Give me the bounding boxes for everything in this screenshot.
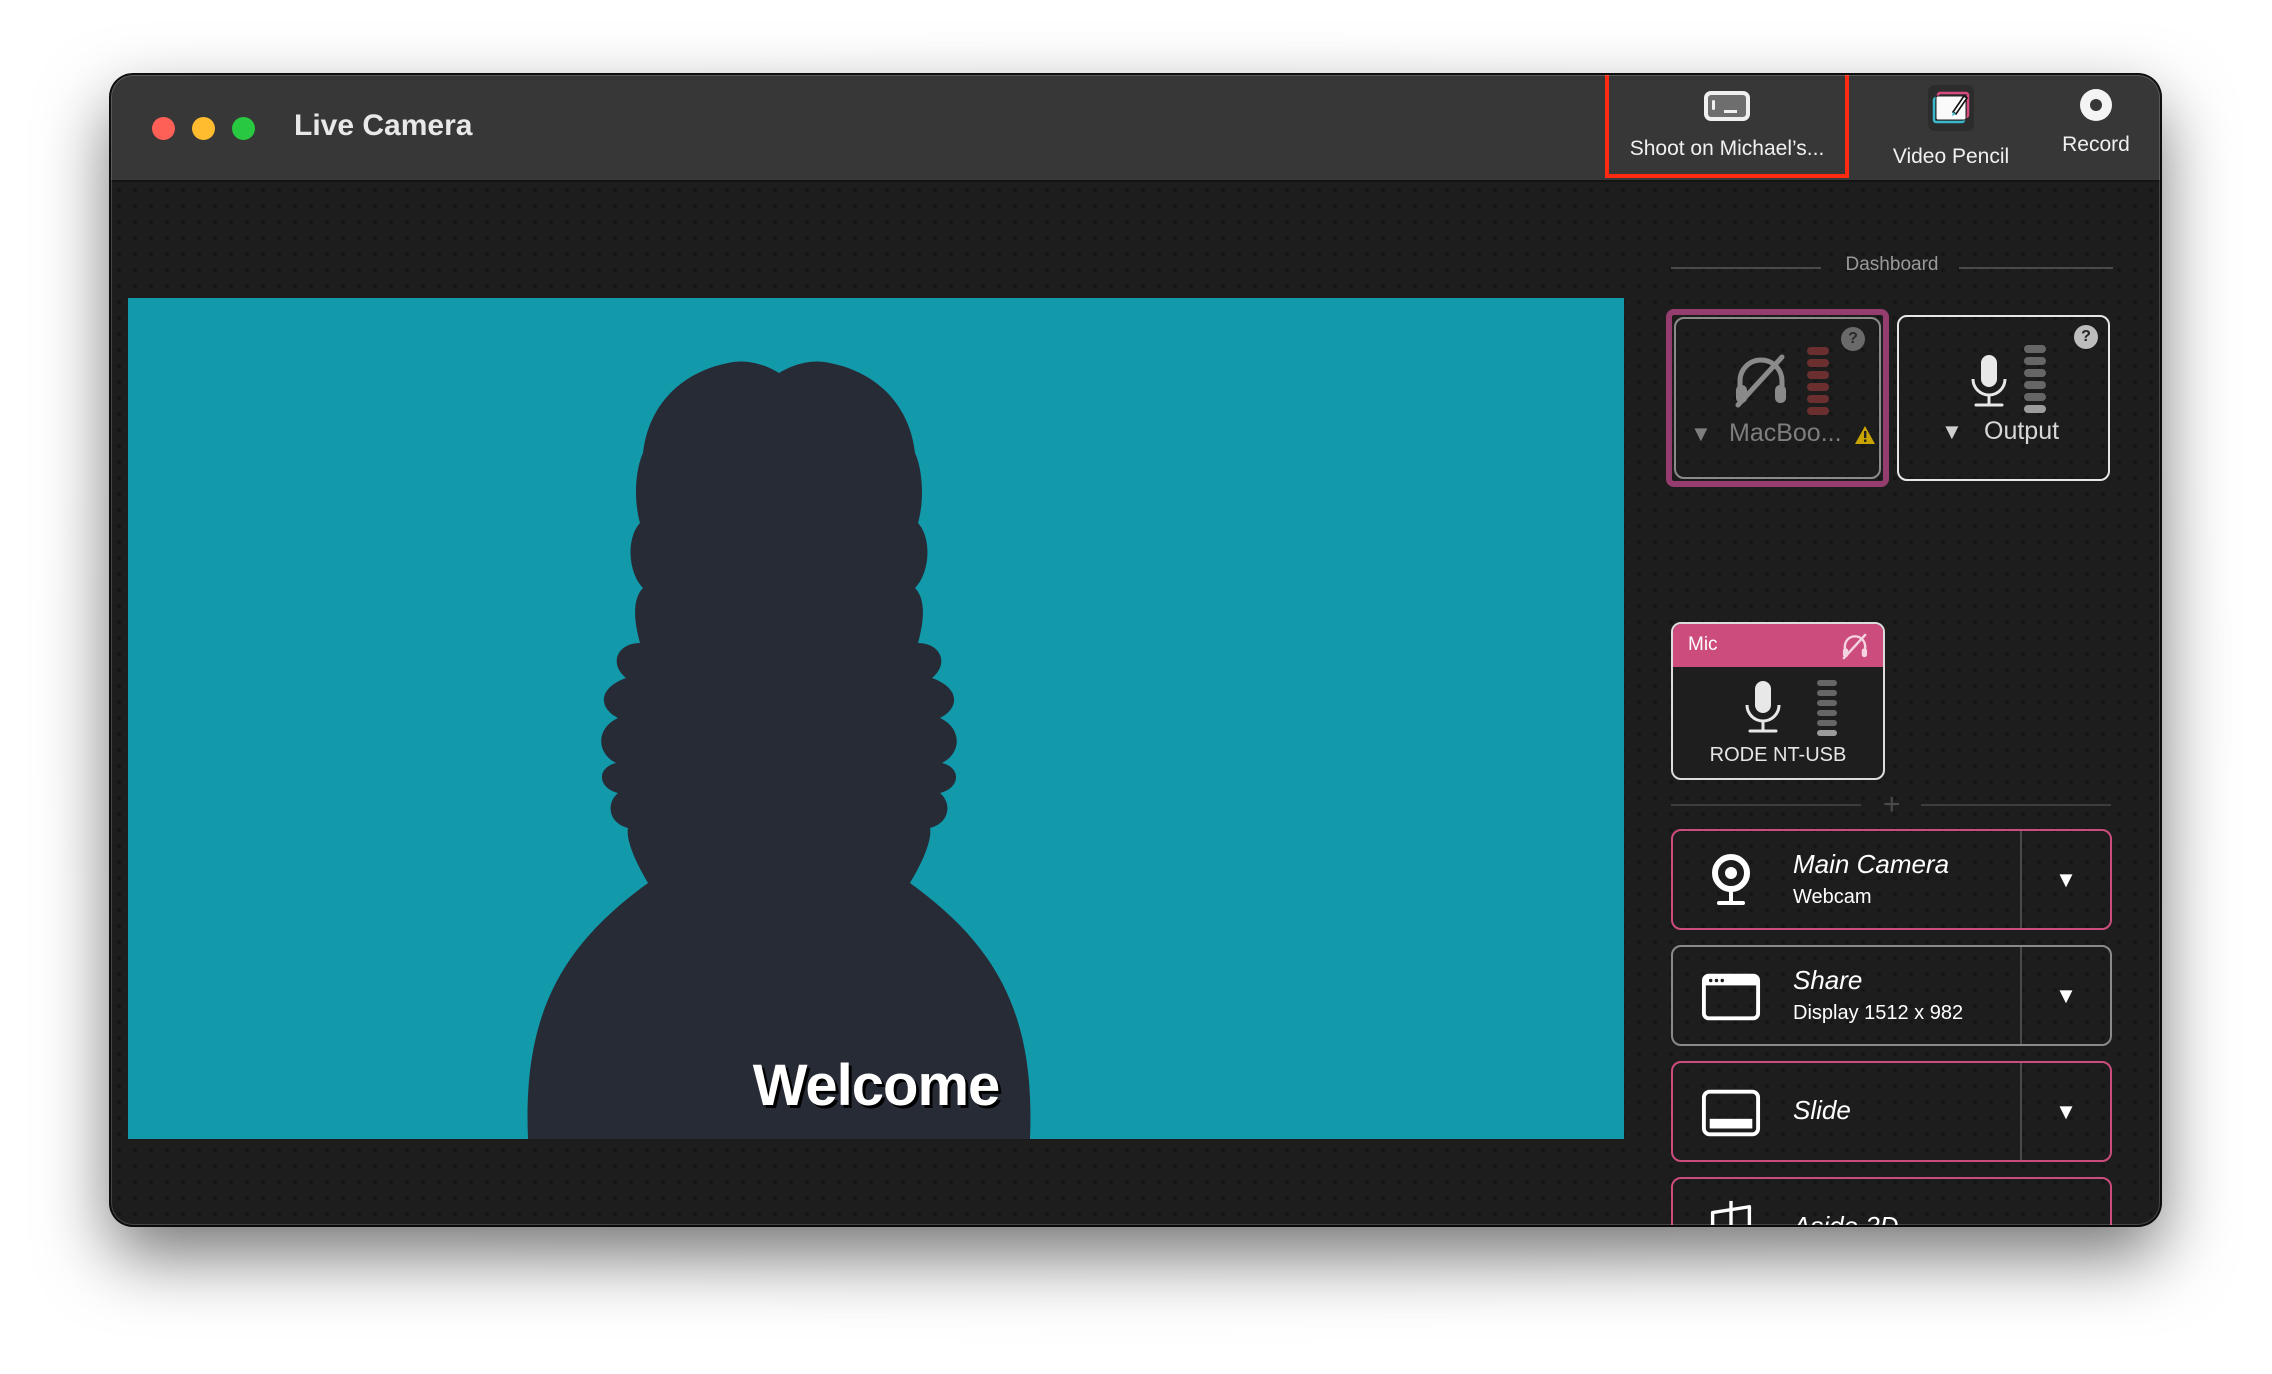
source-dropdown-button[interactable]: ▼: [2020, 831, 2110, 928]
help-icon[interactable]: ?: [1841, 327, 1865, 351]
level-meter: [2024, 345, 2046, 417]
tile-label: RODE NT-USB: [1709, 744, 1847, 766]
help-icon[interactable]: ?: [2074, 325, 2098, 349]
source-dropdown-button[interactable]: ▼: [2020, 947, 2110, 1044]
audio-tile-macbook[interactable]: ? ▼ MacBoo...: [1666, 309, 1889, 487]
app-window: Live Camera Shoot on Michael’s... Video …: [111, 75, 2160, 1225]
add-source-button[interactable]: +: [1883, 790, 1901, 820]
webcam-icon: [1701, 853, 1761, 909]
audio-tile-output[interactable]: ? ▼ Output: [1897, 315, 2110, 481]
source-aside-3d[interactable]: Aside 3D: [1671, 1177, 2112, 1225]
perspective-grid-icon: [1701, 1200, 1761, 1225]
title-bar: Live Camera Shoot on Michael’s... Video …: [111, 75, 2160, 182]
headphones-muted-icon: [1735, 354, 1786, 408]
window-icon: [1701, 969, 1761, 1025]
minimize-window-button[interactable]: [192, 117, 215, 140]
headphones-muted-icon[interactable]: [1841, 632, 1869, 660]
divider: [1671, 804, 1861, 806]
dropdown-arrow-icon: ▼: [2055, 1098, 2077, 1124]
dropdown-arrow-icon: ▼: [2055, 982, 2077, 1008]
audio-tile-mic[interactable]: Mic RODE NT-USB: [1671, 622, 1885, 780]
record-button[interactable]: Record: [2036, 83, 2156, 175]
dropdown-arrow-icon[interactable]: ▼: [1690, 421, 1712, 447]
camera-preview[interactable]: Welcome: [128, 298, 1624, 1139]
video-pencil-icon: [1928, 85, 1974, 131]
tile-header: Mic: [1673, 624, 1883, 667]
shoot-on-device-button[interactable]: Shoot on Michael’s...: [1607, 83, 1847, 175]
close-window-button[interactable]: [152, 117, 175, 140]
video-pencil-label: Video Pencil: [1892, 145, 2010, 168]
record-label: Record: [2062, 133, 2130, 156]
source-subtitle: Display 1512 x 982: [1793, 1002, 1964, 1024]
shoot-on-device-label: Shoot on Michael’s...: [1629, 137, 1825, 160]
video-pencil-button[interactable]: Video Pencil: [1871, 83, 2031, 175]
person-silhouette: [527, 361, 1031, 1139]
preview-caption: Welcome: [752, 1053, 1001, 1118]
dashboard-title: Dashboard: [1845, 254, 1939, 275]
tile-label: MacBoo...: [1729, 419, 1842, 447]
record-icon: [2080, 89, 2112, 121]
microphone-icon: [1745, 681, 1781, 733]
source-name: Main Camera: [1793, 849, 1950, 879]
level-meter: [1817, 680, 1837, 740]
source-share[interactable]: Share Display 1512 x 982 ▼: [1671, 945, 2112, 1046]
warning-icon: [1855, 426, 1875, 444]
dropdown-arrow-icon: ▼: [2055, 866, 2077, 892]
source-main-camera[interactable]: Main Camera Webcam ▼: [1671, 829, 2112, 930]
level-meter: [1807, 347, 1829, 419]
source-name: Slide: [1793, 1095, 1851, 1125]
divider: [1959, 267, 2113, 269]
divider: [1921, 804, 2111, 806]
main-content: Welcome Dashboard ? ▼ MacBoo... ? ▼ Outp…: [111, 182, 2160, 1225]
dropdown-arrow-icon[interactable]: ▼: [1941, 419, 1963, 445]
microphone-icon: [1971, 355, 2007, 407]
source-subtitle: Webcam: [1793, 886, 1872, 908]
tile-header-label: Mic: [1688, 634, 1718, 655]
zoom-window-button[interactable]: [232, 117, 255, 140]
source-slide[interactable]: Slide ▼: [1671, 1061, 2112, 1162]
source-name: Aside 3D: [1793, 1211, 1899, 1225]
slide-icon: [1701, 1085, 1761, 1141]
iphone-landscape-icon: [1704, 91, 1750, 121]
tile-label: Output: [1984, 417, 2060, 445]
source-dropdown-button[interactable]: ▼: [2020, 1063, 2110, 1160]
dashboard-header: Dashboard: [1671, 252, 2113, 282]
source-name: Share: [1793, 965, 1863, 995]
window-title: Live Camera: [294, 109, 473, 142]
